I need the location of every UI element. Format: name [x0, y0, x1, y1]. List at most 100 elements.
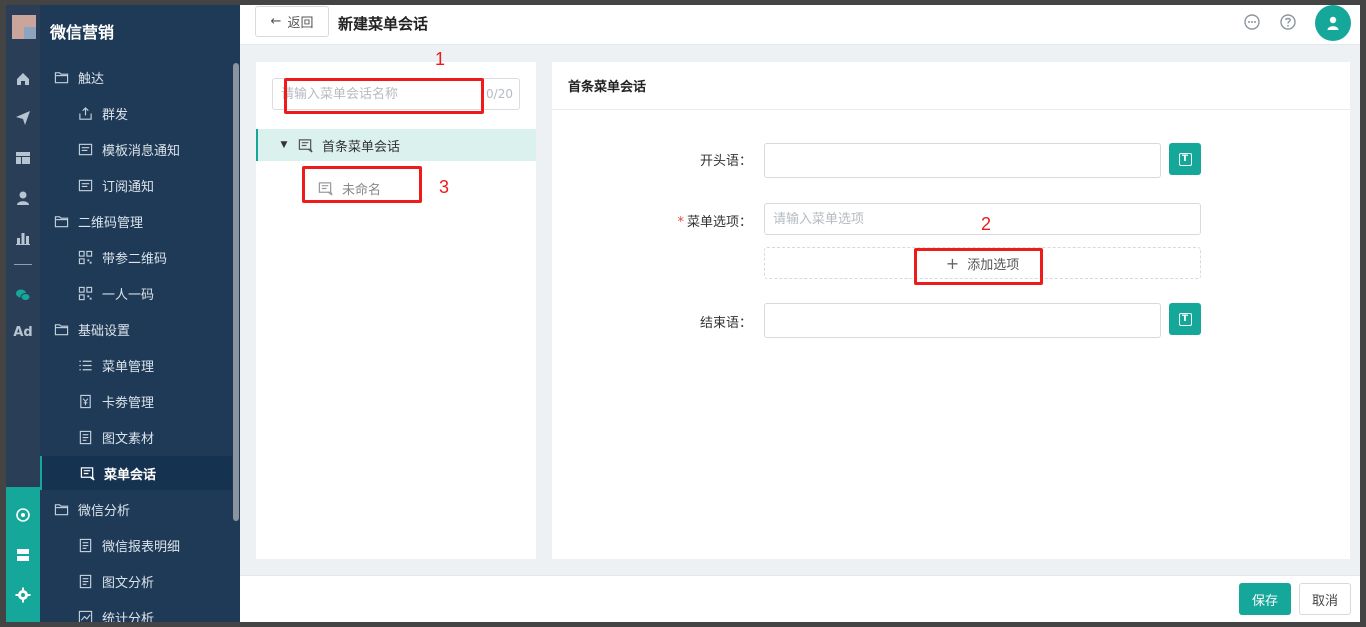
document-icon: [76, 572, 94, 590]
text-icon: T: [1178, 152, 1192, 166]
bar-chart-icon[interactable]: [6, 226, 40, 250]
sidebar-item[interactable]: 一人一码: [40, 276, 232, 310]
text-icon: T: [1178, 312, 1192, 326]
sidebar-item-label: 卡劵管理: [102, 395, 155, 411]
sidebar-item[interactable]: 菜单管理: [40, 348, 232, 382]
closing-label: 结束语：: [699, 316, 752, 331]
closing-field-wrapper: [764, 303, 1161, 338]
rail-divider: [14, 264, 32, 265]
sidebar-item[interactable]: 模板消息通知: [40, 132, 232, 166]
sidebar-item[interactable]: 图文素材: [40, 420, 232, 454]
document-icon: [76, 536, 94, 554]
sidebar-item[interactable]: 触达: [40, 60, 232, 94]
chart-icon: [76, 608, 94, 622]
sidebar-item[interactable]: 群发: [40, 96, 232, 130]
sidebar-item[interactable]: 二维码管理: [40, 204, 232, 238]
sidebar-item-label: 图文素材: [102, 431, 155, 447]
required-mark: *: [677, 215, 684, 230]
coupon-icon: [76, 392, 94, 410]
folder-icon: [52, 68, 70, 86]
chat-icon: [78, 464, 96, 482]
sidebar-item[interactable]: 卡劵管理: [40, 384, 232, 418]
cancel-button[interactable]: 取消: [1299, 583, 1351, 615]
folder-icon: [52, 500, 70, 518]
annotation-number-3: 3: [439, 177, 450, 197]
annotation-number-2: 2: [981, 214, 992, 234]
save-button[interactable]: 保存: [1239, 583, 1291, 615]
sidebar-item-label: 菜单管理: [102, 359, 155, 375]
chat-bubble-icon[interactable]: [1243, 13, 1261, 31]
list-icon: [76, 356, 94, 374]
sidebar-item[interactable]: 订阅通知: [40, 168, 232, 202]
sidebar-item[interactable]: 统计分析: [40, 600, 232, 622]
sidebar-item-label: 微信报表明细: [102, 539, 181, 555]
arrow-left-icon: ←: [270, 14, 282, 29]
annotation-box-2: [914, 248, 1043, 285]
sidebar-item-label: 订阅通知: [102, 179, 155, 195]
tree-node-first-session[interactable]: ▼ 首条菜单会话: [256, 129, 536, 161]
text-format-button[interactable]: T: [1169, 303, 1201, 335]
menu-option-label-wrap: * 菜单选项：: [592, 211, 752, 230]
network-icon[interactable]: [6, 503, 40, 527]
ad-icon[interactable]: Ad: [6, 325, 40, 340]
sidebar-item-label: 触达: [78, 71, 105, 87]
char-count: 0/20: [486, 87, 513, 101]
tree-node-label: 首条菜单会话: [322, 139, 401, 155]
message-card-icon: [76, 176, 94, 194]
send-icon[interactable]: [6, 106, 40, 130]
qrcode-icon: [76, 248, 94, 266]
sidebar-item-label: 二维码管理: [78, 215, 144, 231]
footer: 保存 取消: [240, 575, 1360, 622]
page-title: 新建菜单会话: [338, 15, 429, 33]
header: ← 返回 新建菜单会话: [240, 5, 1360, 45]
sidebar-item[interactable]: 菜单会话: [40, 456, 232, 490]
back-label: 返回: [287, 16, 314, 31]
annotation-box-3: [302, 166, 422, 203]
session-form-panel: 首条菜单会话 开头语： T *菜单选项： + 添加选项 结束语： T: [552, 62, 1350, 559]
panel-title: 首条菜单会话: [552, 62, 1350, 110]
annotation-number-1: 1: [435, 49, 446, 69]
sidebar-item[interactable]: 微信分析: [40, 492, 232, 526]
layout-icon[interactable]: [6, 146, 40, 170]
opening-label: 开头语：: [699, 154, 752, 169]
wechat-icon[interactable]: [6, 283, 40, 307]
message-card-icon: [76, 140, 94, 158]
avatar[interactable]: [1315, 5, 1351, 41]
opening-field[interactable]: [765, 144, 1160, 177]
back-button[interactable]: ← 返回: [255, 6, 329, 37]
qrcode-icon: [76, 284, 94, 302]
document-icon: [76, 428, 94, 446]
home-icon[interactable]: [6, 67, 40, 91]
menu-option-label: 菜单选项：: [686, 215, 752, 230]
help-icon[interactable]: [1279, 13, 1297, 31]
user-icon[interactable]: [6, 186, 40, 210]
sidebar-item-label: 菜单会话: [104, 467, 157, 483]
gear-icon[interactable]: [6, 583, 40, 607]
chat-icon: [296, 136, 314, 154]
server-icon[interactable]: [6, 543, 40, 567]
opening-field-wrapper: [764, 143, 1161, 178]
sidebar-item[interactable]: 图文分析: [40, 564, 232, 598]
sidebar-item-label: 模板消息通知: [102, 143, 181, 159]
rail-bottom-section: [6, 487, 40, 622]
sidebar-item[interactable]: 带参二维码: [40, 240, 232, 274]
text-format-button[interactable]: T: [1169, 143, 1201, 175]
closing-field[interactable]: [765, 304, 1160, 337]
sidebar-item-label: 图文分析: [102, 575, 155, 591]
folder-icon: [52, 212, 70, 230]
sidebar-item[interactable]: 微信报表明细: [40, 528, 232, 562]
user-icon: [1327, 16, 1339, 30]
share-icon: [76, 104, 94, 122]
sidebar-item-label: 基础设置: [78, 323, 131, 339]
sidebar-item[interactable]: 基础设置: [40, 312, 232, 346]
sidebar-item-label: 微信分析: [78, 503, 131, 519]
brand-logo: [12, 15, 36, 39]
sidebar-item-label: 带参二维码: [102, 251, 168, 267]
sidebar-item-label: 群发: [102, 107, 129, 123]
caret-down-icon[interactable]: ▼: [272, 140, 296, 150]
folder-icon: [52, 320, 70, 338]
session-tree-panel: 0/20 ▼ 首条菜单会话 未命名: [256, 62, 536, 559]
annotation-box-1: [284, 78, 484, 114]
sidebar-scrollbar[interactable]: [233, 63, 239, 521]
app-window: Ad 微信营销 触达 群发 模板消息通知 订阅通知 二维码管理 带参二维码 一人一码 基础设置…: [6, 5, 1360, 622]
